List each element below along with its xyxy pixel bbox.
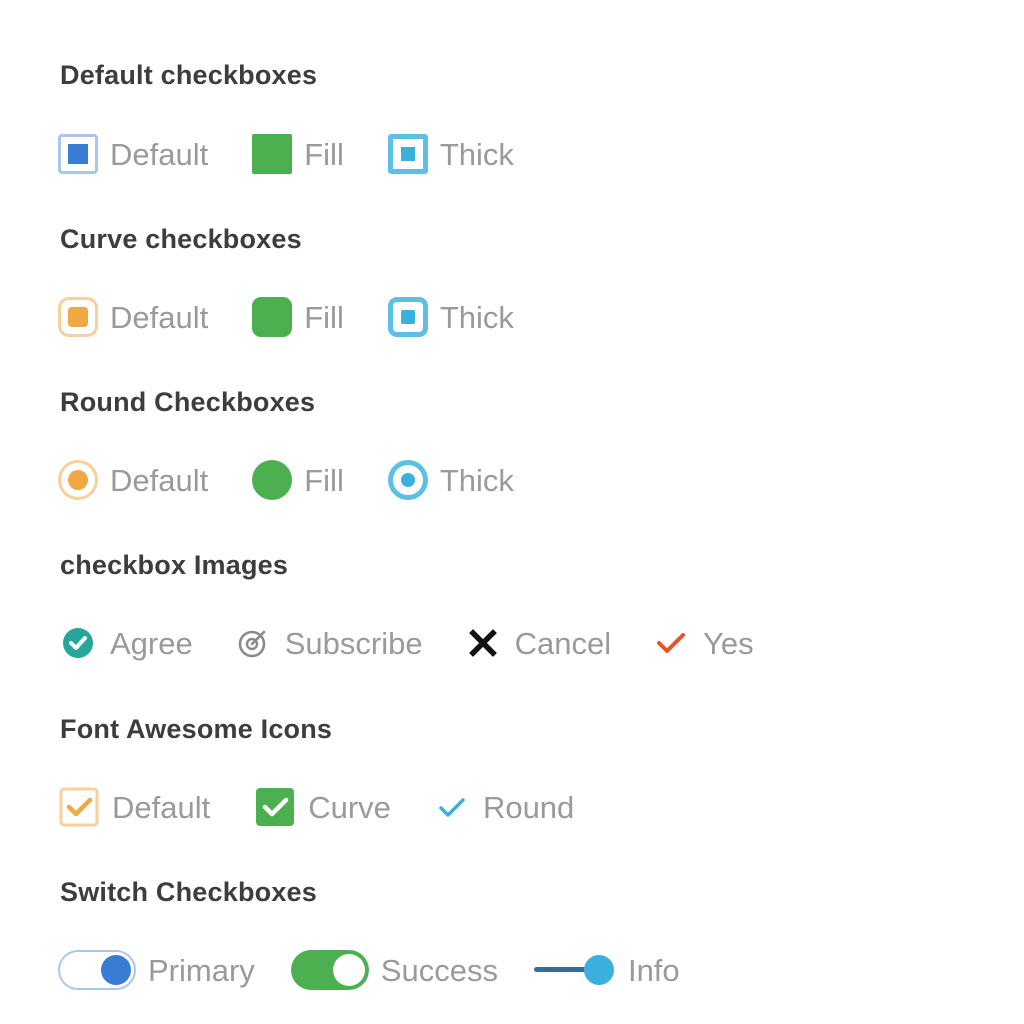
checkbox-label: Default [112,789,211,825]
checkbox-label: Agree [110,625,193,661]
round-checkbox-fill-icon [252,460,293,500]
checkbox-label: Thick [439,462,514,498]
round-checkbox-default-icon [58,460,98,500]
checkbox-label: Default [110,136,209,172]
checkbox-label: Fill [304,299,344,335]
fa-checkbox-default[interactable]: Default [58,786,210,828]
section-title-font-awesome-icons: Font Awesome Icons [60,714,333,744]
square-checkbox-fill-icon [252,134,293,174]
fa-check-icon [439,798,465,817]
round-checkbox-fill[interactable]: Fill [252,460,344,500]
section-title-curve-checkboxes: Curve checkboxes [60,224,302,254]
curve-checkbox-fill[interactable]: Fill [252,297,344,337]
checkbox-fill[interactable]: Fill [252,134,344,174]
square-checkbox-thick-icon [387,134,428,174]
switch-label: Primary [148,952,255,988]
switch-label: Success [380,952,498,988]
switch-primary[interactable]: Primary [58,950,255,990]
row-font-awesome-icons: Default Curve Round [58,785,574,829]
checkbox-label: Default [110,462,209,498]
toggle-switch-icon [58,950,136,990]
row-round-checkboxes: Default Fill Thick [58,458,514,502]
check-circle-icon [63,628,93,658]
curve-checkbox-default[interactable]: Default [58,297,208,337]
checkbox-default[interactable]: Default [58,134,208,174]
slider-switch-icon [533,950,616,990]
image-checkbox-cancel[interactable]: Cancel [463,623,612,663]
section-title-round-checkboxes: Round Checkboxes [60,387,316,417]
switch-success[interactable]: Success [290,950,498,990]
cross-icon [468,629,497,657]
checkbox-label: Default [110,299,209,335]
row-switch-checkboxes: Primary Success Info [58,948,680,992]
fa-check-square-fill-icon [256,788,295,826]
checkbox-thick[interactable]: Thick [387,134,514,174]
switch-info[interactable]: Info [533,950,680,990]
checkbox-label: Curve [308,789,391,825]
image-checkbox-subscribe[interactable]: Subscribe [233,623,423,663]
row-curve-checkboxes: Default Fill Thick [58,295,514,339]
checkbox-label: Yes [703,625,754,661]
image-checkbox-yes[interactable]: Yes [651,623,754,663]
round-checkbox-default[interactable]: Default [58,460,208,500]
section-title-default-checkboxes: Default checkboxes [60,60,318,90]
target-check-icon [238,630,266,658]
checkbox-label: Thick [439,136,514,172]
checkbox-label: Round [482,789,575,825]
section-title-switch-checkboxes: Switch Checkboxes [60,877,317,907]
row-default-checkboxes: Default Fill Thick [58,132,514,176]
toggle-switch-icon [290,950,369,990]
checkbox-label: Fill [304,462,344,498]
section-title-checkbox-images: checkbox Images [60,550,289,580]
fa-check-square-outline-icon [59,787,99,827]
checkbox-label: Fill [304,136,344,172]
curve-checkbox-thick-icon [387,297,428,337]
switch-label: Info [627,952,680,988]
fa-checkbox-curve[interactable]: Curve [254,786,391,828]
row-checkbox-images: Agree Subscribe Cancel Yes [58,621,754,665]
curve-checkbox-thick[interactable]: Thick [387,297,514,337]
fa-checkbox-round[interactable]: Round [435,787,574,827]
image-checkbox-agree[interactable]: Agree [58,623,193,663]
checkbox-label: Subscribe [284,625,423,661]
round-checkbox-thick[interactable]: Thick [387,460,514,500]
checkbox-demo-page: Default checkboxes Default Fill Thick Cu… [0,0,1024,1024]
square-checkbox-default-icon [58,134,98,174]
round-checkbox-thick-icon [387,460,428,500]
checkbox-label: Cancel [514,625,612,661]
curve-checkbox-default-icon [58,297,98,337]
checkmark-icon [657,633,686,653]
checkbox-label: Thick [439,299,514,335]
curve-checkbox-fill-icon [252,297,293,337]
